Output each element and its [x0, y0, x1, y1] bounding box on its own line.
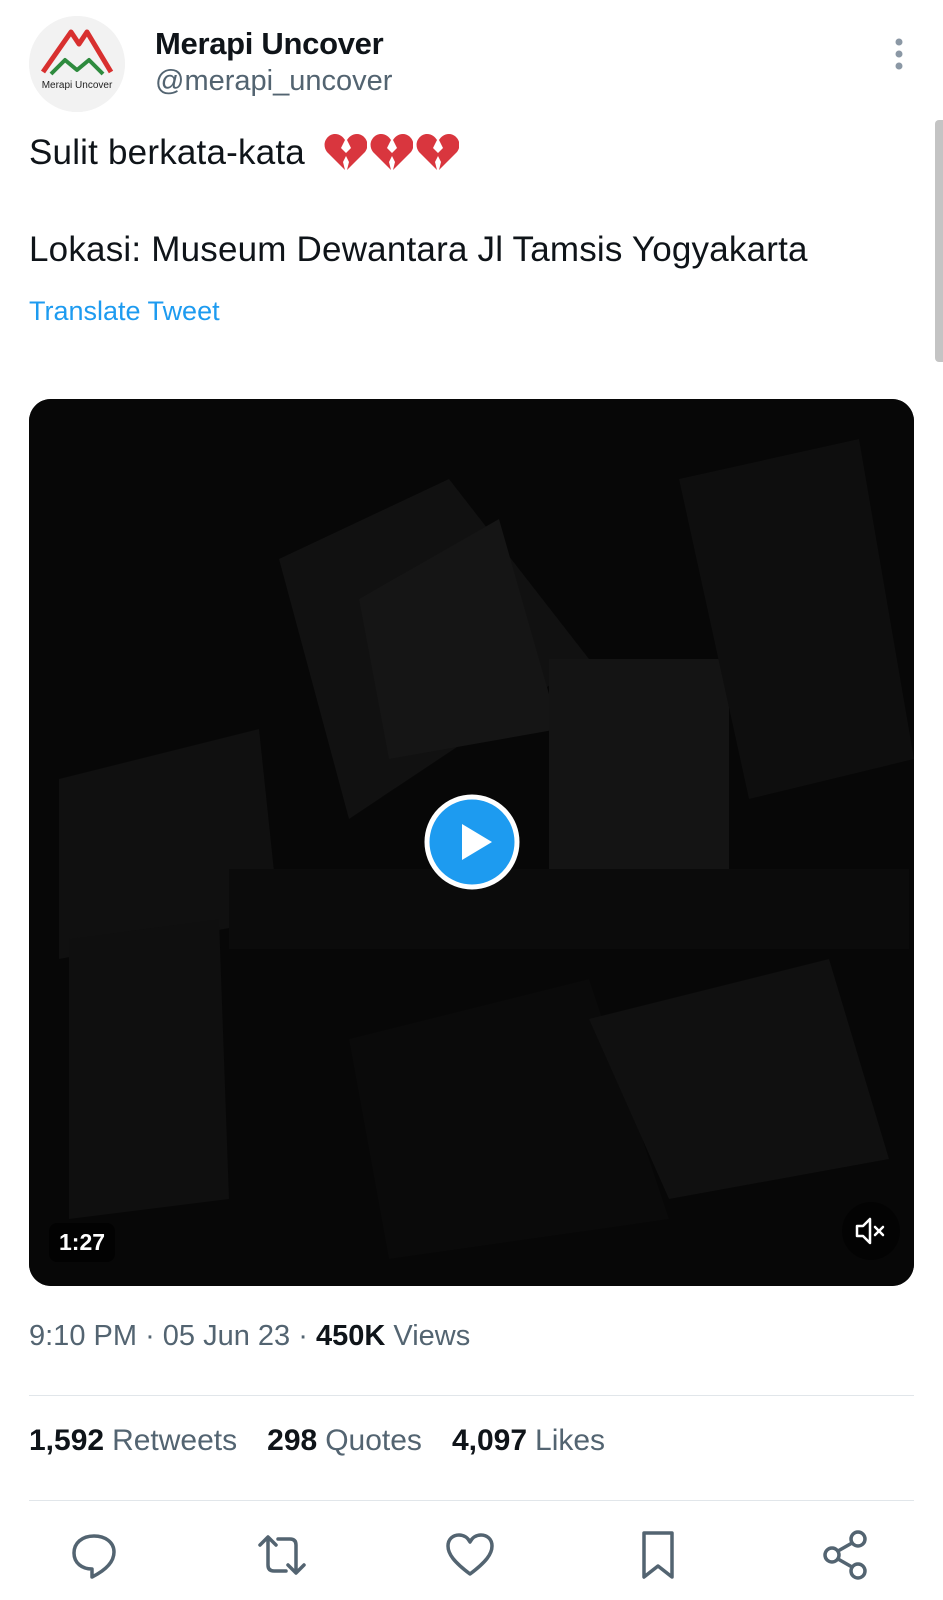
divider — [29, 1500, 914, 1501]
broken-heart-icon — [324, 134, 367, 170]
share-button[interactable] — [818, 1527, 874, 1583]
tweet-header: Merapi Uncover Merapi Uncover @merapi_un… — [29, 16, 914, 112]
views-label: Views — [393, 1320, 471, 1352]
like-button[interactable] — [442, 1527, 498, 1583]
like-icon — [446, 1533, 494, 1576]
engagement-stats: 1,592 Retweets 298 Quotes 4,097 Likes — [29, 1424, 605, 1458]
likes-stat[interactable]: 4,097 Likes — [452, 1424, 605, 1458]
merapi-uncover-logo: Merapi Uncover — [29, 16, 125, 112]
handle[interactable]: @merapi_uncover — [155, 65, 392, 98]
tweet-text-line2: Lokasi: Museum Dewantara Jl Tamsis Yogya… — [29, 230, 808, 269]
broken-heart-icon — [416, 134, 459, 170]
avatar[interactable]: Merapi Uncover — [29, 16, 125, 112]
divider — [29, 1395, 914, 1396]
retweets-stat[interactable]: 1,592 Retweets — [29, 1424, 237, 1458]
svg-text:Merapi Uncover: Merapi Uncover — [42, 80, 113, 91]
translate-tweet-link[interactable]: Translate Tweet — [29, 296, 220, 327]
likes-label: Likes — [535, 1424, 606, 1457]
likes-count: 4,097 — [451, 1424, 528, 1457]
meta-separator: · — [298, 1320, 308, 1352]
quotes-label: Quotes — [325, 1424, 422, 1457]
retweet-icon — [258, 1535, 306, 1575]
tweet-time[interactable]: 9:10 PM — [29, 1320, 137, 1352]
play-button[interactable] — [424, 794, 520, 890]
action-bar — [0, 1527, 943, 1583]
tweet-meta: 9:10 PM · 05 Jun 23 · 450K Views — [29, 1320, 470, 1353]
retweets-count: 1,592 — [29, 1424, 105, 1457]
tweet-text: Sulit berkata-kata — [29, 133, 305, 172]
retweet-button[interactable] — [254, 1527, 310, 1583]
scrollbar[interactable] — [935, 120, 943, 362]
meta-separator: · — [145, 1320, 155, 1352]
bookmark-button[interactable] — [630, 1527, 686, 1583]
display-name[interactable]: Merapi Uncover — [155, 26, 384, 62]
retweets-label: Retweets — [112, 1424, 238, 1457]
tweet-date[interactable]: 05 Jun 23 — [163, 1320, 290, 1352]
muted-speaker-icon — [855, 1217, 885, 1245]
video-duration: 1:27 — [49, 1223, 116, 1262]
share-icon — [823, 1530, 867, 1580]
tweet-text-line1: Sulit berkata-kata — [29, 132, 459, 174]
broken-heart-icon — [370, 134, 413, 170]
reply-button[interactable] — [66, 1527, 122, 1583]
quotes-count: 298 — [267, 1424, 318, 1457]
play-icon — [424, 794, 520, 890]
quotes-stat[interactable]: 298 Quotes — [267, 1424, 422, 1458]
more-options-icon[interactable] — [884, 34, 914, 74]
bookmark-icon — [642, 1531, 674, 1579]
emoji-row — [323, 132, 459, 172]
reply-icon — [72, 1534, 116, 1579]
views-count: 450K — [315, 1320, 386, 1352]
video-player[interactable]: 1:27 — [29, 399, 914, 1286]
mute-button[interactable] — [842, 1202, 900, 1260]
